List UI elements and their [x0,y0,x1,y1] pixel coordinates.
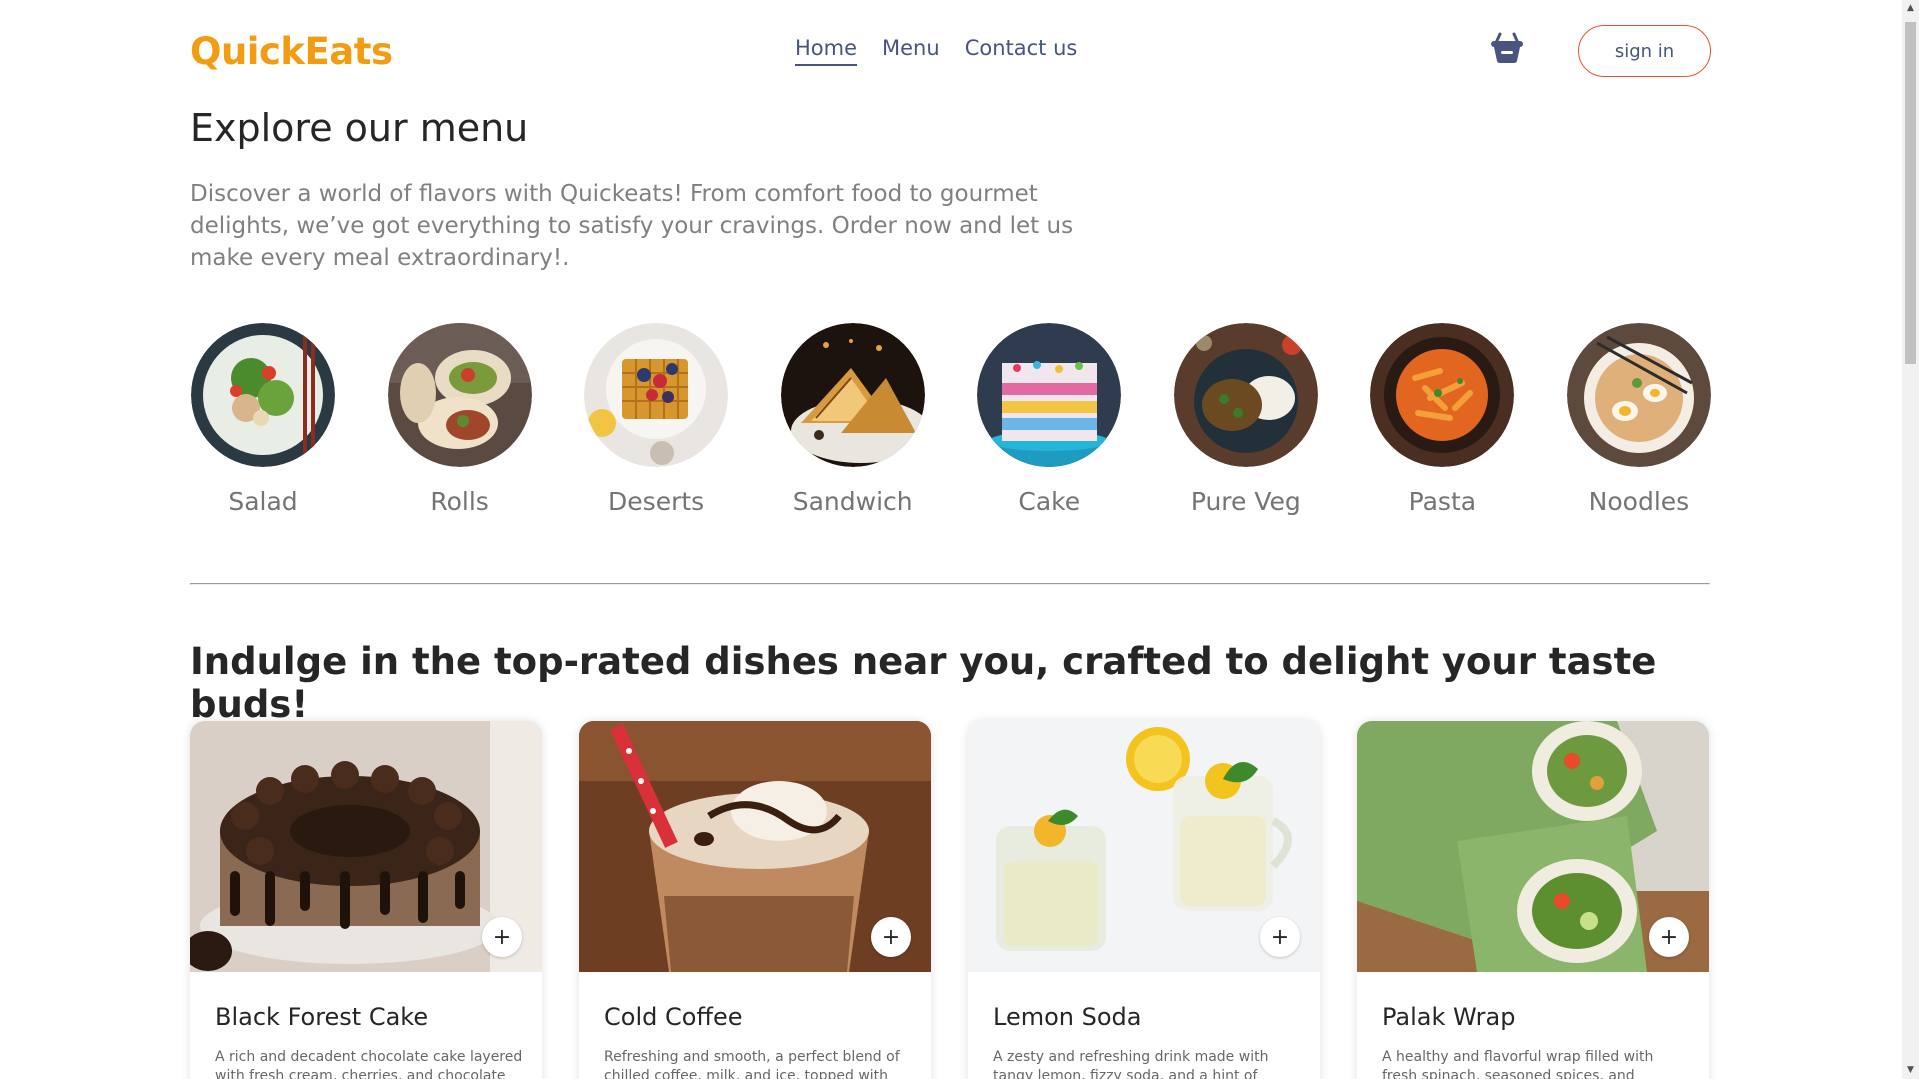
dish-description: A rich and decadent chocolate cake layer… [215,1049,523,1079]
add-to-cart-button[interactable]: + [1649,917,1689,957]
category-salad[interactable]: Salad [190,323,336,516]
vertical-scrollbar[interactable]: ▲ ▼ [1902,0,1919,1079]
main-nav: Home Menu Contact us [795,36,1077,66]
top-dishes-title: Indulge in the top-rated dishes near you… [190,640,1657,726]
explore-description: Discover a world of flavors with Quickea… [190,181,1074,271]
category-label: Cake [1018,487,1081,516]
explore-title: Explore our menu [190,106,529,150]
category-deserts[interactable]: Deserts [583,323,729,516]
category-pasta[interactable]: Pasta [1369,323,1515,516]
salad-image [191,323,335,467]
sign-in-button[interactable]: sign in [1578,25,1711,77]
dish-description: A healthy and flavorful wrap filled with… [1382,1049,1654,1079]
pure-veg-image [1173,323,1318,467]
dish-name: Cold Coffee [604,1003,743,1031]
scroll-down-arrow-icon[interactable]: ▼ [1902,1062,1919,1079]
rolls-image [387,323,532,467]
scroll-up-arrow-icon[interactable]: ▲ [1902,0,1919,17]
category-noodles[interactable]: Noodles [1566,323,1712,516]
dish-name: Palak Wrap [1382,1003,1516,1031]
add-to-cart-button[interactable]: + [1260,917,1300,957]
cake-image [977,323,1122,467]
category-label: Deserts [608,487,705,516]
category-sandwich[interactable]: Sandwich [780,323,926,516]
add-to-cart-button[interactable]: + [482,917,522,957]
category-cake[interactable]: Cake [976,323,1122,516]
category-label: Pasta [1408,487,1477,516]
dish-card-lemon-soda[interactable]: + Lemon Soda A zesty and refreshing drin… [968,721,1320,1079]
nav-contact[interactable]: Contact us [965,36,1078,66]
category-list: Salad Rolls Deserts Sandwich Cake Pure V… [190,323,1712,516]
category-label: Pure Veg [1190,487,1301,516]
brand-logo[interactable]: QuickEats [190,30,393,73]
pasta-image [1370,323,1515,467]
add-to-cart-button[interactable]: + [871,917,911,957]
deserts-image [584,323,729,467]
category-label: Rolls [430,487,489,516]
dish-name: Black Forest Cake [215,1003,429,1031]
dish-cards: + Black Forest Cake A rich and decadent … [190,721,1709,1079]
dish-card-palak-wrap[interactable]: + Palak Wrap A healthy and flavorful wra… [1357,721,1709,1079]
dish-description: A zesty and refreshing drink made with t… [993,1049,1269,1079]
sandwich-image [780,323,925,467]
page: QuickEats Home Menu Contact us sign in E… [190,0,1712,1079]
dish-description: Refreshing and smooth, a perfect blend o… [604,1049,900,1079]
category-pure-veg[interactable]: Pure Veg [1173,323,1319,516]
nav-home[interactable]: Home [795,36,858,66]
scrollbar-thumb[interactable] [1905,22,1916,364]
dish-name: Lemon Soda [993,1003,1142,1031]
section-divider [190,583,1710,585]
basket-icon[interactable] [1488,28,1526,66]
dish-card-cold-coffee[interactable]: + Cold Coffee Refreshing and smooth, a p… [579,721,931,1079]
category-label: Salad [228,487,298,516]
noodles-image [1566,323,1711,467]
dish-card-black-forest-cake[interactable]: + Black Forest Cake A rich and decadent … [190,721,542,1079]
category-label: Sandwich [792,487,913,516]
nav-menu[interactable]: Menu [882,36,940,66]
category-label: Noodles [1588,487,1690,516]
category-rolls[interactable]: Rolls [387,323,533,516]
